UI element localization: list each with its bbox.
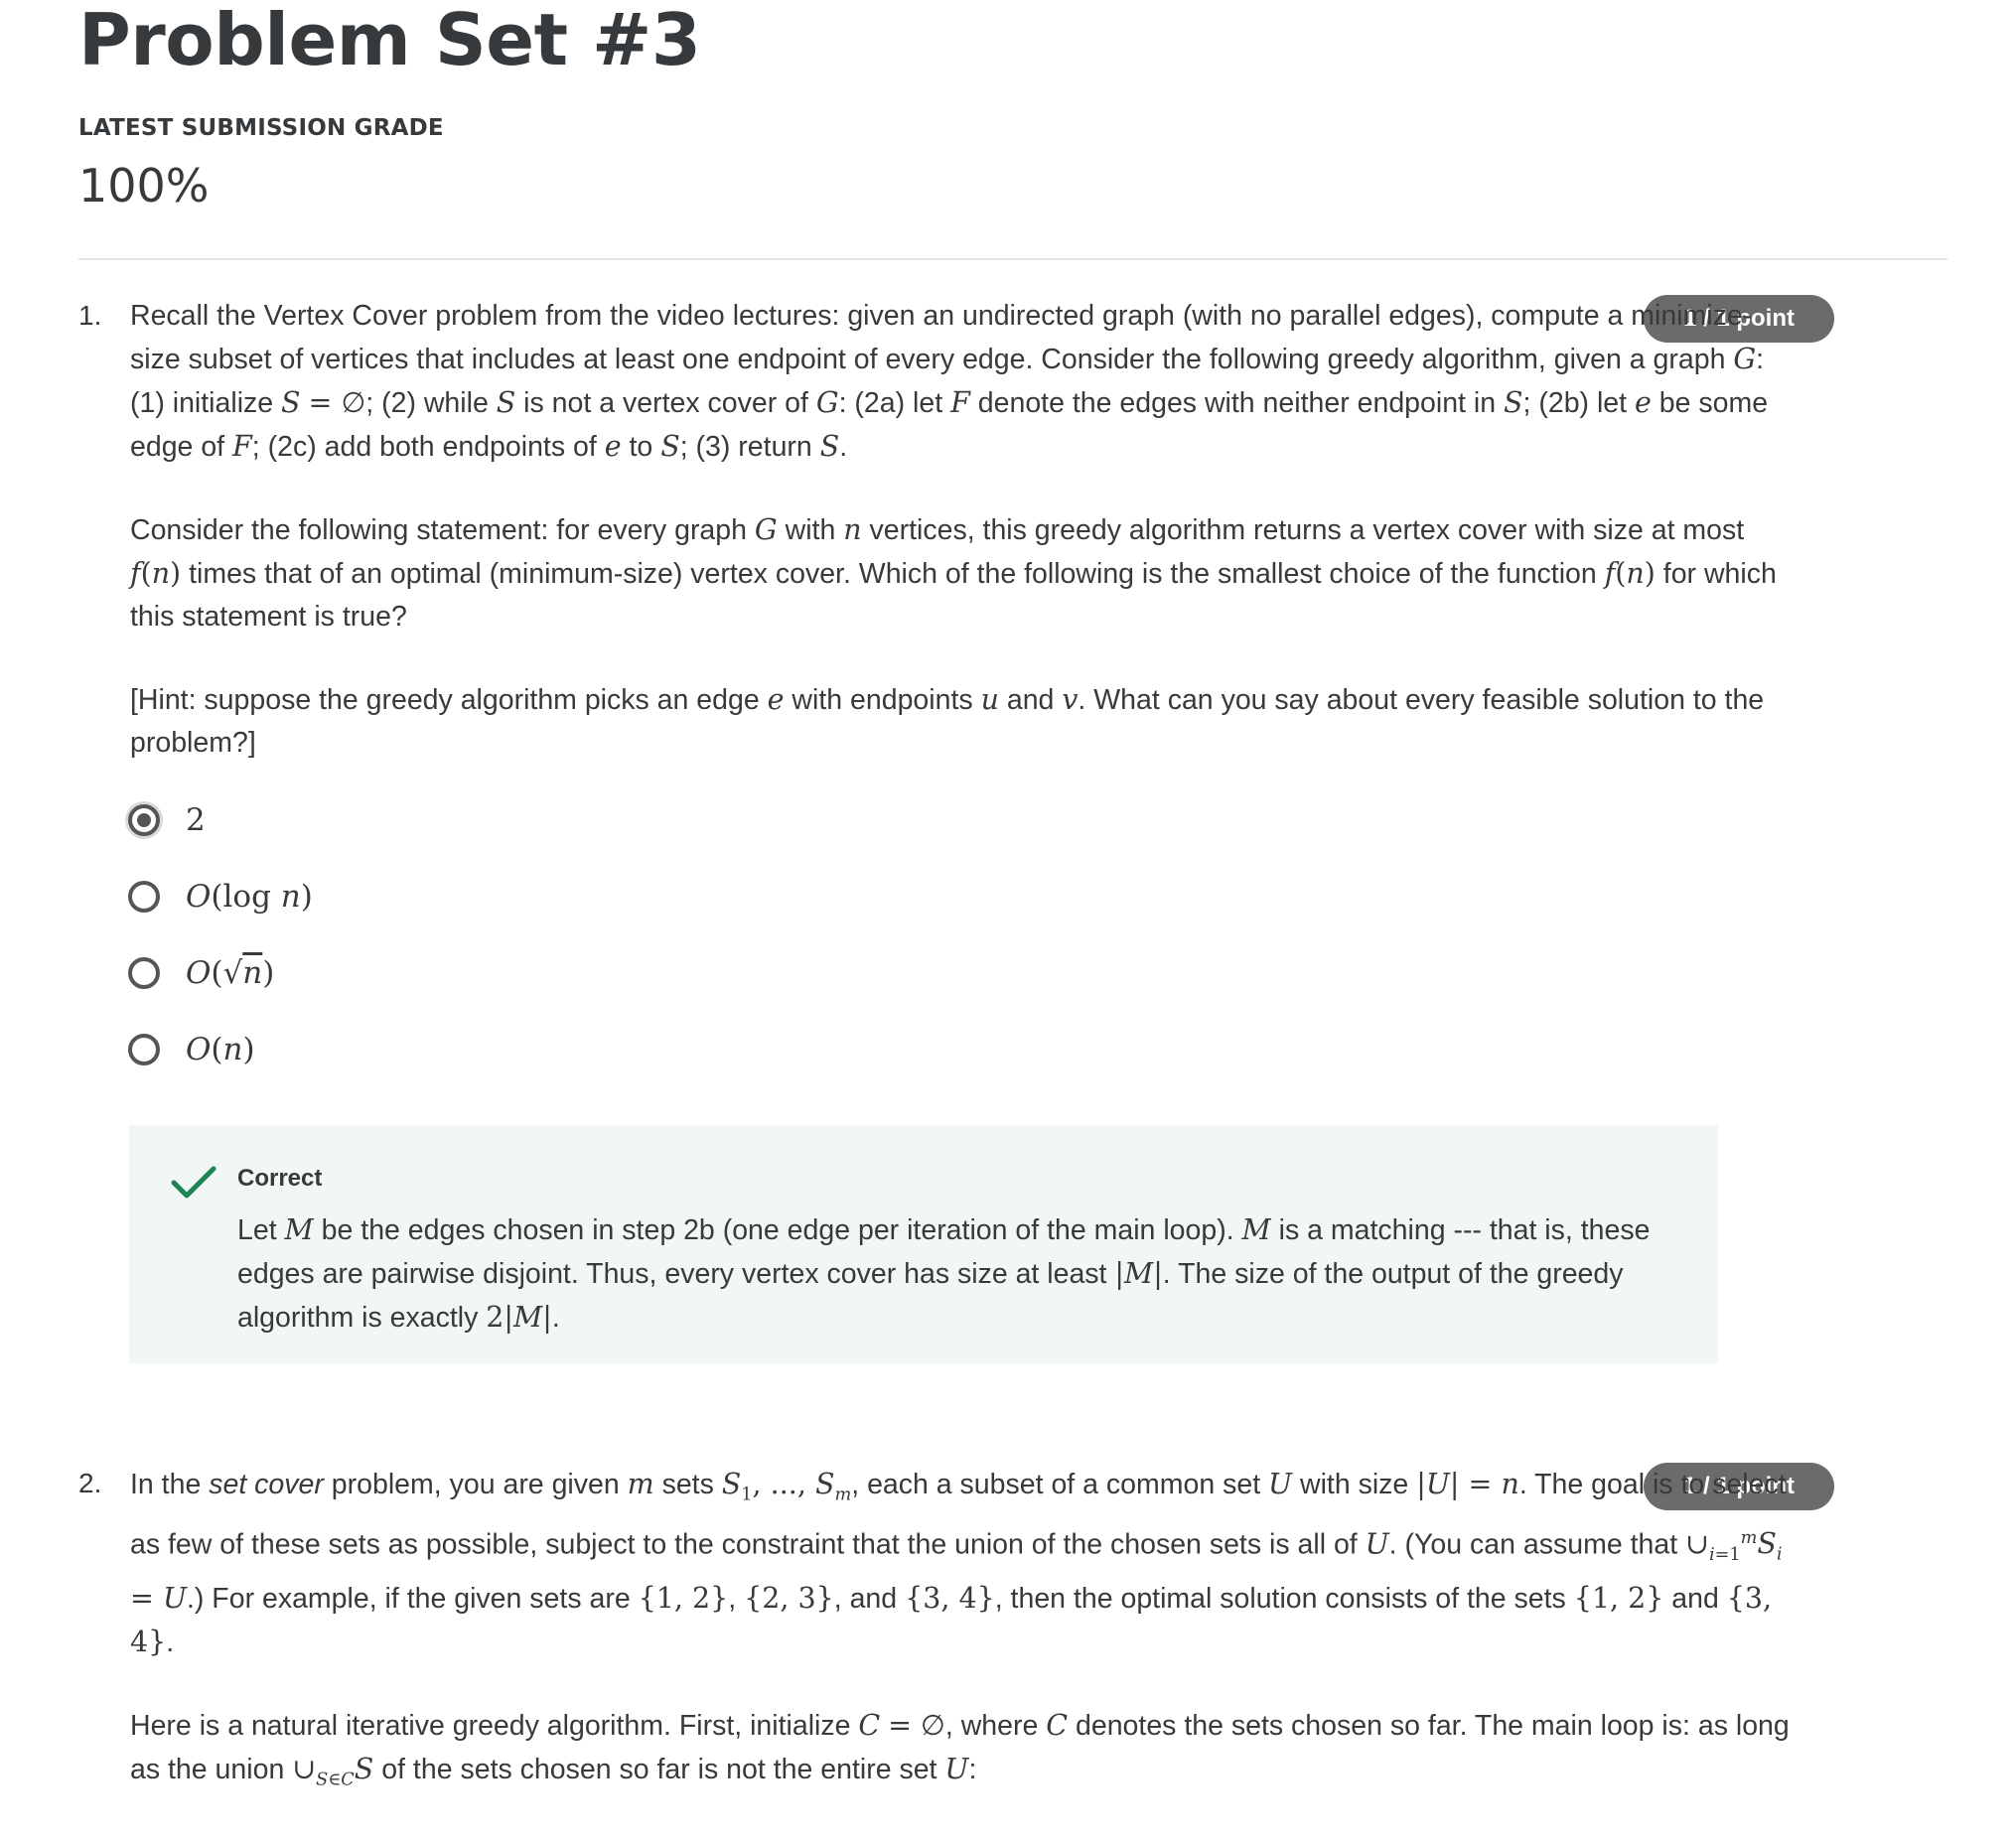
radio-icon[interactable] (128, 1033, 160, 1065)
feedback-explanation: Let M be the edges chosen in step 2b (on… (237, 1213, 1651, 1334)
page-title: Problem Set #3 (78, 0, 701, 81)
question-number: 2. (78, 1468, 102, 1498)
answer-option[interactable]: O(n) (128, 1011, 313, 1087)
option-label: O(log n) (186, 878, 313, 915)
answer-option[interactable]: O(log n) (128, 858, 313, 934)
option-label: O(n) (186, 1031, 255, 1067)
feedback-status: Correct (237, 1165, 323, 1192)
quiz-results-page: Problem Set #3 LATEST SUBMISSION GRADE 1… (0, 0, 2016, 1790)
answer-options: 2 O(log n) O(√n) O(n) (128, 781, 313, 1087)
question-number: 1. (78, 300, 102, 331)
answer-option[interactable]: O(√n) (128, 934, 313, 1011)
divider (78, 258, 1947, 260)
radio-icon[interactable] (128, 880, 160, 913)
grade-value: 100% (78, 159, 210, 213)
option-label: 2 (186, 801, 206, 838)
question-paragraph: In the set cover problem, you are given … (130, 1468, 1787, 1658)
radio-icon[interactable] (128, 956, 160, 989)
checkmark-icon (171, 1166, 216, 1199)
question-paragraph: Recall the Vertex Cover problem from the… (130, 300, 1769, 463)
option-label: O(√n) (186, 954, 275, 991)
question-paragraph: Here is a natural iterative greedy algor… (130, 1708, 1790, 1790)
radio-selected-icon[interactable] (128, 803, 160, 836)
question-text: Recall the Vertex Cover problem from the… (130, 295, 1799, 804)
answer-option[interactable]: 2 (128, 781, 313, 858)
feedback-box: Correct Let M be the edges chosen in ste… (129, 1125, 1718, 1363)
question-paragraph: Consider the following statement: for ev… (130, 513, 1777, 633)
grade-label: LATEST SUBMISSION GRADE (78, 115, 444, 141)
question-text: In the set cover problem, you are given … (130, 1463, 1799, 1842)
question-hint: [Hint: suppose the greedy algorithm pick… (130, 683, 1765, 759)
